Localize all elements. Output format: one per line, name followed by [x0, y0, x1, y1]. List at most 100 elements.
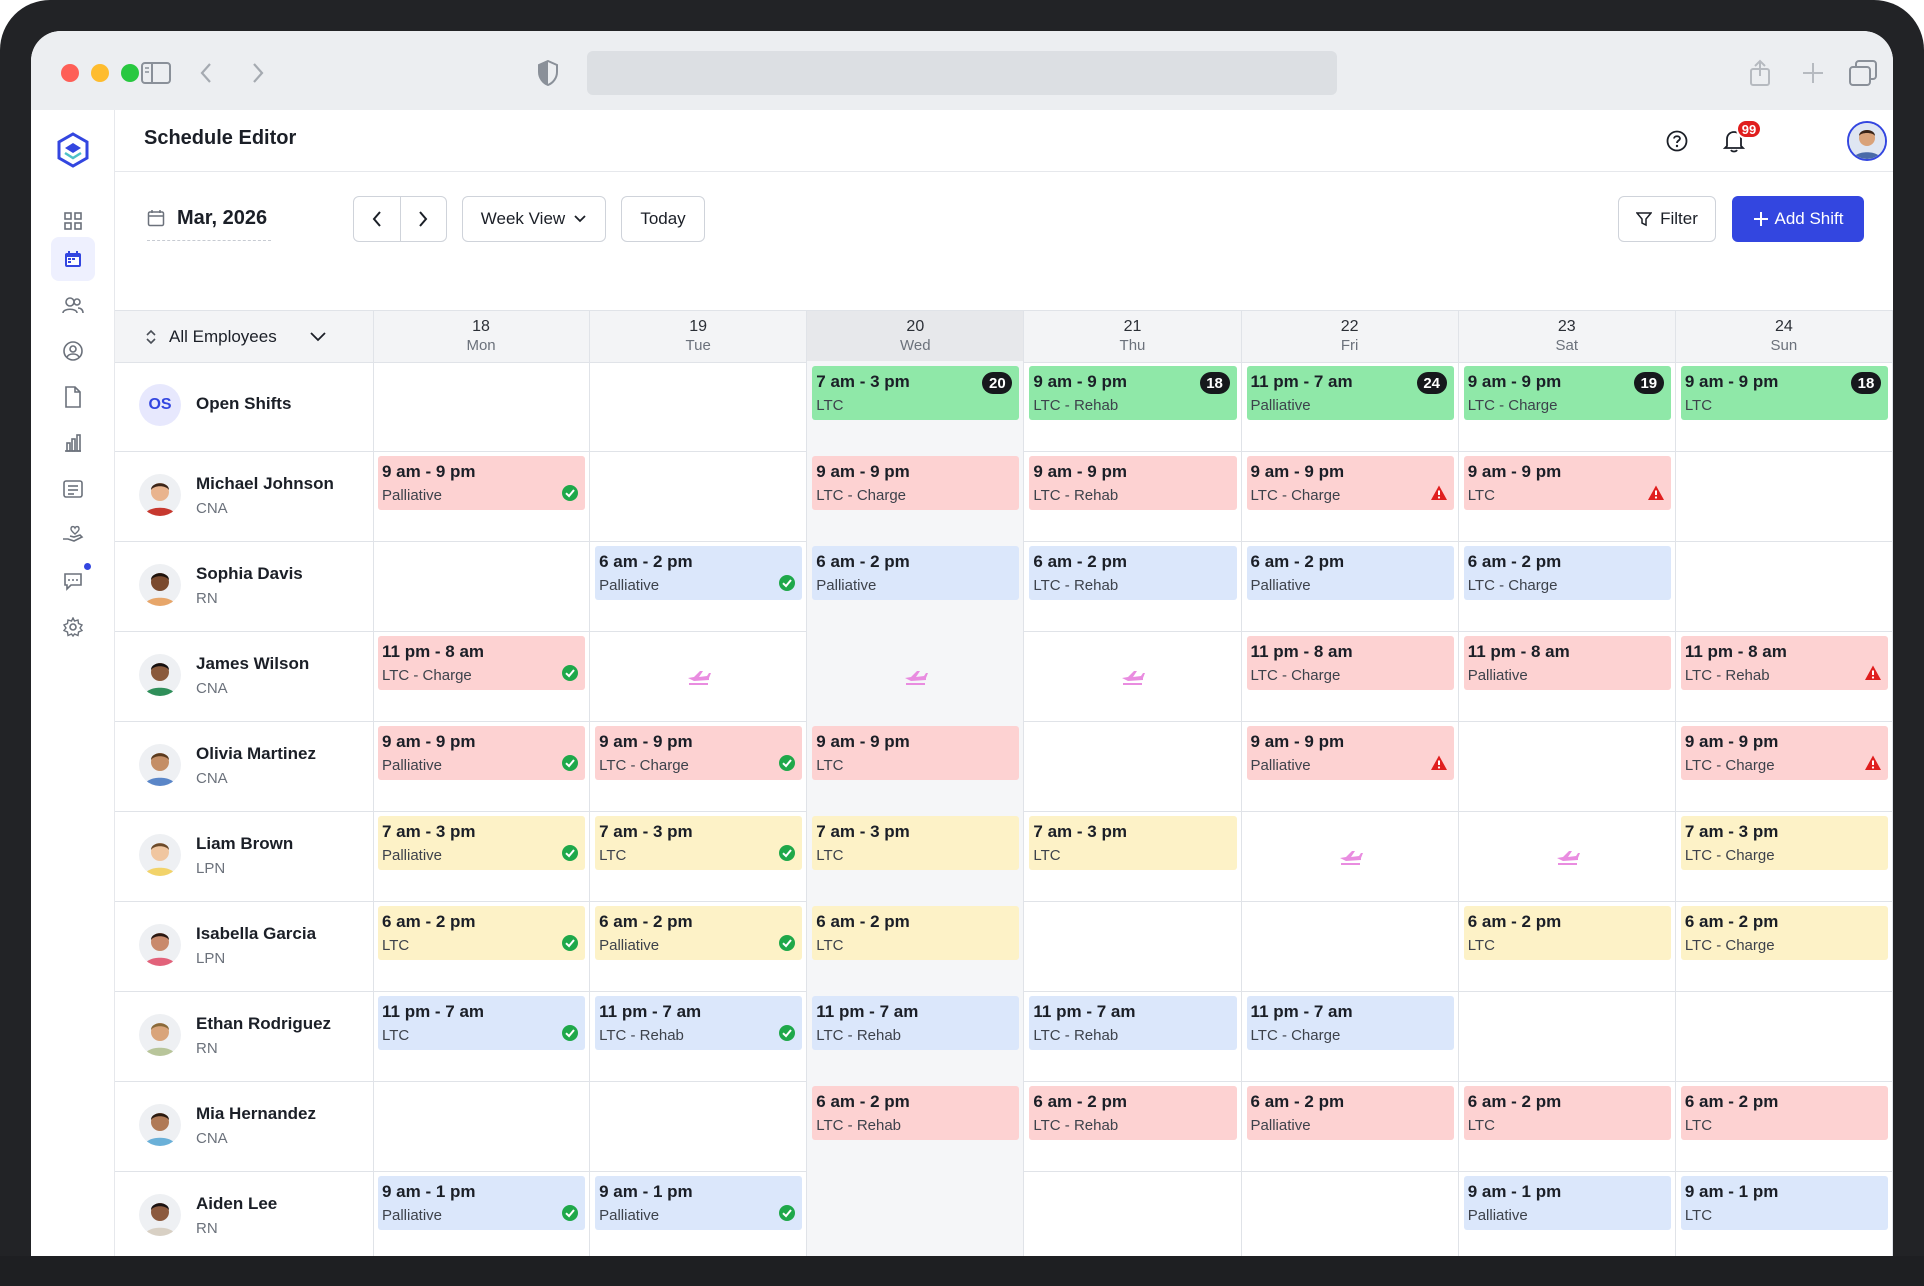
schedule-cell[interactable]: 11 pm - 8 am LTC - Rehab	[1676, 631, 1893, 721]
hand-heart-icon[interactable]	[51, 513, 95, 557]
shift-card[interactable]: 9 am - 9 pm LTC - Charge	[595, 726, 803, 780]
schedule-cell[interactable]: 9 am - 9 pm LTC - Charge	[1242, 451, 1459, 541]
schedule-cell[interactable]: 11 pm - 7 am LTC - Charge	[1242, 991, 1459, 1081]
shift-card[interactable]: 6 am - 2 pm LTC - Charge	[1463, 546, 1671, 600]
shift-card[interactable]: 6 am - 2 pm Palliative	[595, 906, 803, 960]
schedule-cell[interactable]: 6 am - 2 pm Palliative	[590, 901, 808, 991]
sidebar-toggle-icon[interactable]	[139, 56, 173, 90]
today-button[interactable]: Today	[621, 196, 705, 242]
shift-card[interactable]: 11 pm - 8 am LTC - Charge	[378, 636, 586, 690]
schedule-cell[interactable]: 6 am - 2 pm LTC - Charge	[1676, 901, 1893, 991]
schedule-cell[interactable]: 9 am - 9 pm Palliative	[373, 451, 591, 541]
schedule-cell[interactable]: 9 am - 9 pm LTC - Charge	[590, 721, 808, 811]
shift-card[interactable]: 9 am - 1 pm LTC	[1680, 1176, 1888, 1230]
schedule-cell[interactable]: 11 pm - 7 am LTC - Rehab	[1024, 991, 1242, 1081]
schedule-cell[interactable]: 6 am - 2 pm LTC - Charge	[1459, 541, 1676, 631]
shield-icon[interactable]	[531, 56, 565, 90]
schedule-cell[interactable]	[1242, 1171, 1459, 1256]
schedule-cell[interactable]	[1676, 541, 1893, 631]
logo-icon[interactable]	[53, 130, 93, 170]
schedule-cell[interactable]	[1024, 901, 1242, 991]
schedule-cell[interactable]: 9 am - 9 pm LTC 18	[1676, 361, 1893, 451]
share-icon[interactable]	[1743, 56, 1777, 90]
schedule-cell[interactable]: 6 am - 2 pm Palliative	[807, 541, 1025, 631]
view-select[interactable]: Week View	[462, 196, 606, 242]
shift-card[interactable]: 11 pm - 8 am LTC - Charge	[1246, 636, 1454, 690]
schedule-cell[interactable]	[1459, 991, 1676, 1081]
shift-card[interactable]: 6 am - 2 pm Palliative	[812, 546, 1020, 600]
schedule-cell[interactable]: 11 pm - 8 am LTC - Charge	[1242, 631, 1459, 721]
schedule-cell[interactable]: 7 am - 3 pm LTC	[1024, 811, 1242, 901]
help-icon[interactable]	[1659, 123, 1695, 159]
employee-filter[interactable]: All Employees	[115, 311, 374, 362]
shift-card[interactable]: 6 am - 2 pm LTC	[1680, 1086, 1888, 1140]
shift-card[interactable]: 11 pm - 7 am LTC - Rehab	[595, 996, 803, 1050]
schedule-cell[interactable]: 11 pm - 7 am LTC	[373, 991, 591, 1081]
schedule-cell[interactable]: 9 am - 1 pm Palliative	[1459, 1171, 1676, 1256]
shift-card[interactable]: 9 am - 9 pm LTC - Charge	[1246, 456, 1454, 510]
minimize-window-button[interactable]	[91, 64, 109, 82]
schedule-cell[interactable]	[590, 631, 808, 721]
shift-card[interactable]: 11 pm - 8 am Palliative	[1463, 636, 1671, 690]
schedule-cell[interactable]	[373, 361, 591, 451]
employee-cell[interactable]: Mia Hernandez CNA	[115, 1081, 374, 1171]
new-tab-icon[interactable]	[1796, 56, 1830, 90]
list-icon[interactable]	[51, 467, 95, 511]
employee-cell[interactable]: James Wilson CNA	[115, 631, 374, 721]
schedule-cell[interactable]: 6 am - 2 pm LTC	[807, 901, 1025, 991]
shift-card[interactable]: 6 am - 2 pm LTC - Rehab	[1029, 1086, 1237, 1140]
schedule-cell[interactable]	[807, 1171, 1025, 1256]
shift-card[interactable]: 11 pm - 7 am LTC - Charge	[1246, 996, 1454, 1050]
shift-card[interactable]: 6 am - 2 pm Palliative	[1246, 546, 1454, 600]
shift-card[interactable]: 6 am - 2 pm LTC - Rehab	[812, 1086, 1020, 1140]
bar-chart-icon[interactable]	[51, 421, 95, 465]
next-week-button[interactable]	[399, 197, 447, 241]
schedule-cell[interactable]	[1024, 631, 1242, 721]
close-window-button[interactable]	[61, 64, 79, 82]
schedule-cell[interactable]	[1459, 811, 1676, 901]
shift-card[interactable]: 7 am - 3 pm LTC	[595, 816, 803, 870]
shift-card[interactable]: 6 am - 2 pm LTC	[1463, 1086, 1671, 1140]
shift-card[interactable]: 6 am - 2 pm LTC	[1463, 906, 1671, 960]
shift-card[interactable]: 9 am - 9 pm LTC - Charge	[1680, 726, 1888, 780]
schedule-cell[interactable]: 9 am - 9 pm LTC - Rehab 18	[1024, 361, 1242, 451]
shift-card[interactable]: 9 am - 1 pm Palliative	[378, 1176, 586, 1230]
schedule-cell[interactable]: 9 am - 1 pm LTC	[1676, 1171, 1893, 1256]
schedule-cell[interactable]: 9 am - 9 pm LTC	[1459, 451, 1676, 541]
schedule-cell[interactable]: 9 am - 9 pm LTC - Charge 19	[1459, 361, 1676, 451]
shift-card[interactable]: 7 am - 3 pm LTC	[812, 816, 1020, 870]
user-circle-icon[interactable]	[51, 329, 95, 373]
schedule-cell[interactable]: 9 am - 9 pm LTC - Rehab	[1024, 451, 1242, 541]
employee-cell[interactable]: OS Open Shifts	[115, 361, 374, 451]
shift-card[interactable]: 6 am - 2 pm Palliative	[1246, 1086, 1454, 1140]
shift-card[interactable]: 6 am - 2 pm LTC	[378, 906, 586, 960]
calendar-icon[interactable]	[51, 237, 95, 281]
shift-card[interactable]: 7 am - 3 pm LTC - Charge	[1680, 816, 1888, 870]
schedule-cell[interactable]: 6 am - 2 pm Palliative	[1242, 1081, 1459, 1171]
schedule-cell[interactable]	[1459, 721, 1676, 811]
schedule-cell[interactable]: 6 am - 2 pm LTC - Rehab	[1024, 541, 1242, 631]
shift-card[interactable]: 9 am - 9 pm LTC - Rehab 18	[1029, 366, 1237, 420]
users-icon[interactable]	[51, 283, 95, 327]
tabs-overview-icon[interactable]	[1846, 56, 1880, 90]
schedule-cell[interactable]: 9 am - 9 pm LTC	[807, 721, 1025, 811]
schedule-cell[interactable]	[1024, 721, 1242, 811]
shift-card[interactable]: 9 am - 9 pm LTC - Charge	[812, 456, 1020, 510]
schedule-cell[interactable]: 6 am - 2 pm LTC	[373, 901, 591, 991]
schedule-cell[interactable]	[1024, 1171, 1242, 1256]
schedule-cell[interactable]	[1242, 811, 1459, 901]
gear-icon[interactable]	[51, 605, 95, 649]
chat-icon[interactable]	[51, 559, 95, 603]
shift-card[interactable]: 7 am - 3 pm Palliative	[378, 816, 586, 870]
schedule-cell[interactable]	[1676, 451, 1893, 541]
schedule-cell[interactable]	[590, 451, 808, 541]
schedule-cell[interactable]: 11 pm - 8 am LTC - Charge	[373, 631, 591, 721]
schedule-cell[interactable]	[590, 1081, 808, 1171]
schedule-cell[interactable]	[1676, 991, 1893, 1081]
maximize-window-button[interactable]	[121, 64, 139, 82]
filter-button[interactable]: Filter	[1618, 196, 1716, 242]
back-icon[interactable]	[189, 56, 223, 90]
shift-card[interactable]: 6 am - 2 pm LTC - Charge	[1680, 906, 1888, 960]
shift-card[interactable]: 9 am - 1 pm Palliative	[1463, 1176, 1671, 1230]
employee-cell[interactable]: Liam Brown LPN	[115, 811, 374, 901]
